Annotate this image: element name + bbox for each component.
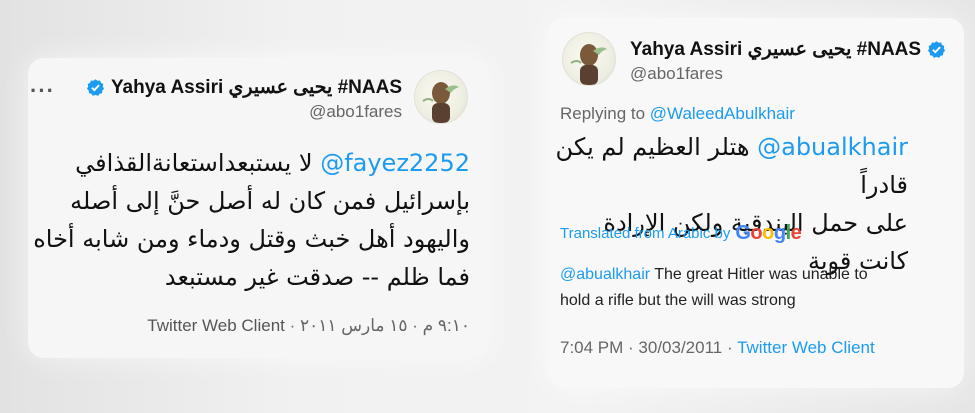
left-mention-link[interactable]: @fayez2252	[320, 149, 470, 177]
right-tweet-card: Yahya Assiri يحيى عسيري #NAAS @abo1fares…	[548, 18, 964, 388]
left-timestamp[interactable]: ٩:١٠ م · ١٥ مارس ٢٠١١	[300, 316, 470, 335]
translated-by[interactable]: Translated from Arabic by Google	[560, 222, 802, 245]
left-line-1: @fayez2252 لا يستبعداستعانةالقذافي	[30, 144, 470, 182]
translation-line-2: hold a rifle but the will was strong	[560, 292, 796, 309]
translation-mention-link[interactable]: @abualkhair	[560, 266, 650, 283]
google-logo: Google	[735, 222, 802, 244]
right-line-1: @abualkhair هتلر العظيم لم يكن قادراً	[548, 128, 908, 204]
right-handle[interactable]: @abo1fares	[630, 64, 723, 84]
avatar-image	[570, 44, 607, 85]
right-timestamp[interactable]: 7:04 PM · 30/03/2011	[560, 338, 722, 357]
left-client: Twitter Web Client	[147, 316, 285, 335]
left-display-name: Yahya Assiri يحيى عسيري #NAAS	[110, 77, 402, 98]
right-mention-link[interactable]: @abualkhair	[757, 133, 908, 161]
left-handle[interactable]: @abo1fares	[309, 102, 402, 122]
left-line-4: فما ظلم -- صدقت غير مستبعد	[164, 263, 470, 291]
translated-label: Translated from Arabic by	[560, 225, 731, 242]
left-meta-separator: ·	[289, 316, 296, 335]
right-avatar[interactable]	[562, 32, 616, 86]
left-tweet-card: ··· Yahya Assiri يحيى عسيري #NAAS @abo1f…	[28, 58, 488, 358]
left-tweet-text: @fayez2252 لا يستبعداستعانةالقذافي بإسرا…	[30, 144, 470, 296]
left-line-2: بإسرائيل فمن كان له أصل حنَّ إلى أصله	[70, 187, 470, 215]
right-client[interactable]: Twitter Web Client	[737, 338, 875, 357]
left-line-1-text: لا يستبعداستعانةالقذافي	[75, 149, 321, 177]
verified-badge-icon	[86, 79, 104, 96]
translation-text: @abualkhair The great Hitler was unable …	[560, 262, 960, 314]
left-meta: ٩:١٠ م · ١٥ مارس ٢٠١١ · Twitter Web Clie…	[147, 316, 470, 336]
right-tweet-text: @abualkhair هتلر العظيم لم يكن قادراً عل…	[548, 128, 908, 280]
translation-line-1-text: The great Hitler was unable to	[650, 266, 868, 283]
left-line-3: واليهود أهل خبث وقتل ودماء ومن شابه أخاه	[33, 225, 470, 253]
replying-to: Replying to @WaleedAbulkhair	[560, 104, 795, 124]
replying-prefix: Replying to	[560, 104, 650, 123]
left-avatar[interactable]	[414, 70, 468, 124]
right-display-name: Yahya Assiri يحيى عسيري #NAAS	[630, 39, 922, 60]
avatar-image	[422, 82, 459, 123]
replying-to-link[interactable]: @WaleedAbulkhair	[650, 104, 795, 123]
verified-badge-icon	[928, 41, 946, 58]
translation-line-1: @abualkhair The great Hitler was unable …	[560, 262, 960, 288]
right-meta-separator: ·	[726, 338, 733, 357]
more-options-icon[interactable]: ···	[30, 78, 55, 104]
right-author-name-row[interactable]: Yahya Assiri يحيى عسيري #NAAS	[630, 38, 946, 61]
left-author-name-row[interactable]: Yahya Assiri يحيى عسيري #NAAS	[86, 76, 402, 99]
right-meta: 7:04 PM · 30/03/2011 · Twitter Web Clien…	[560, 338, 875, 358]
